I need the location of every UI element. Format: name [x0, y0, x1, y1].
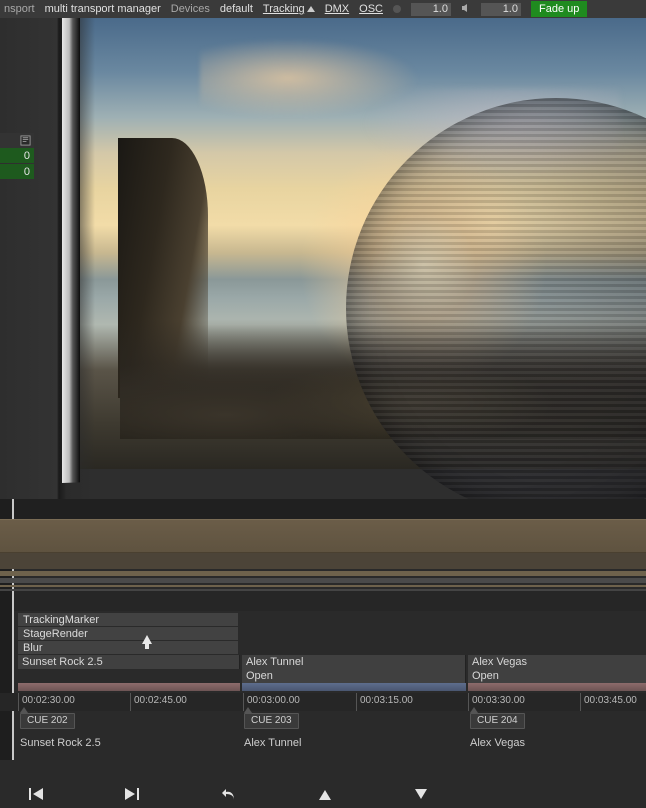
- undo-button[interactable]: [220, 787, 238, 801]
- segment-row: [18, 683, 646, 691]
- prev-button[interactable]: [28, 787, 46, 801]
- clip-open[interactable]: Open: [468, 669, 646, 683]
- volume-icon[interactable]: [461, 3, 471, 16]
- next-button[interactable]: [124, 787, 142, 801]
- brightness-slider[interactable]: 1.0: [411, 3, 451, 16]
- segment[interactable]: [18, 683, 240, 691]
- cue-marker[interactable]: CUE 202: [20, 713, 75, 729]
- counter-1[interactable]: 0: [0, 148, 34, 163]
- notes-icon[interactable]: [0, 133, 34, 148]
- cue-label: Sunset Rock 2.5: [20, 737, 101, 749]
- menu-title[interactable]: multi transport manager: [45, 3, 161, 15]
- indicator-icon[interactable]: [393, 5, 401, 13]
- stage-wall: [0, 18, 95, 499]
- clip[interactable]: Alex Tunnel: [242, 655, 466, 669]
- track-band-2[interactable]: [0, 553, 646, 569]
- segment[interactable]: [468, 683, 646, 691]
- track-label[interactable]: TrackingMarker: [18, 613, 238, 627]
- counter-2[interactable]: 0: [0, 164, 34, 179]
- clip-open[interactable]: Open: [242, 669, 466, 683]
- cue-labels-row: Sunset Rock 2.5 Alex Tunnel Alex Vegas: [0, 737, 646, 753]
- ruler-tick: 00:02:45.00: [130, 693, 187, 711]
- ruler-tick: 00:03:45.00: [580, 693, 637, 711]
- track-band-3[interactable]: [0, 571, 646, 576]
- track-label[interactable]: StageRender: [18, 627, 238, 641]
- menu-tracking[interactable]: Tracking: [263, 3, 315, 15]
- track-label[interactable]: Blur: [18, 641, 238, 655]
- cue-marker[interactable]: CUE 203: [244, 713, 299, 729]
- clip-row-open: Open Open: [18, 669, 646, 683]
- cue-marker[interactable]: CUE 204: [470, 713, 525, 729]
- clip[interactable]: Sunset Rock 2.5: [18, 655, 240, 669]
- menu-dmx[interactable]: DMX: [325, 3, 349, 15]
- menu-osc[interactable]: OSC: [359, 3, 383, 15]
- menu-transport[interactable]: nsport: [4, 3, 35, 15]
- transport-controls: [0, 780, 646, 808]
- track-band-1[interactable]: [0, 519, 646, 553]
- ruler-tick: 00:03:15.00: [356, 693, 413, 711]
- fade-up-button[interactable]: Fade up: [531, 1, 587, 17]
- segment[interactable]: [242, 683, 466, 691]
- cue-row: CUE 202 CUE 203 CUE 204: [0, 713, 646, 731]
- jump-up-button[interactable]: [316, 787, 334, 801]
- timeline-panel: TrackingMarker StageRender Blur Sunset R…: [0, 499, 646, 808]
- menu-devices[interactable]: Devices: [171, 3, 210, 15]
- jump-down-button[interactable]: [412, 787, 430, 801]
- scene-render: [60, 18, 646, 469]
- clip[interactable]: Alex Vegas: [468, 655, 646, 669]
- menu-bar: nsport multi transport manager Devices d…: [0, 0, 646, 18]
- up-arrow-icon[interactable]: [142, 635, 152, 644]
- viewport-3d[interactable]: 0 0: [0, 18, 646, 499]
- cue-label: Alex Tunnel: [244, 737, 301, 749]
- time-ruler[interactable]: 00:02:30.00 00:02:45.00 00:03:00.00 00:0…: [0, 693, 646, 711]
- side-counter-panel: 0 0: [0, 133, 34, 180]
- clip-row-names: Sunset Rock 2.5 Alex Tunnel Alex Vegas: [18, 655, 646, 669]
- cue-label: Alex Vegas: [470, 737, 525, 749]
- volume-slider[interactable]: 1.0: [481, 3, 521, 16]
- pin-icon: [307, 6, 315, 12]
- menu-default[interactable]: default: [220, 3, 253, 15]
